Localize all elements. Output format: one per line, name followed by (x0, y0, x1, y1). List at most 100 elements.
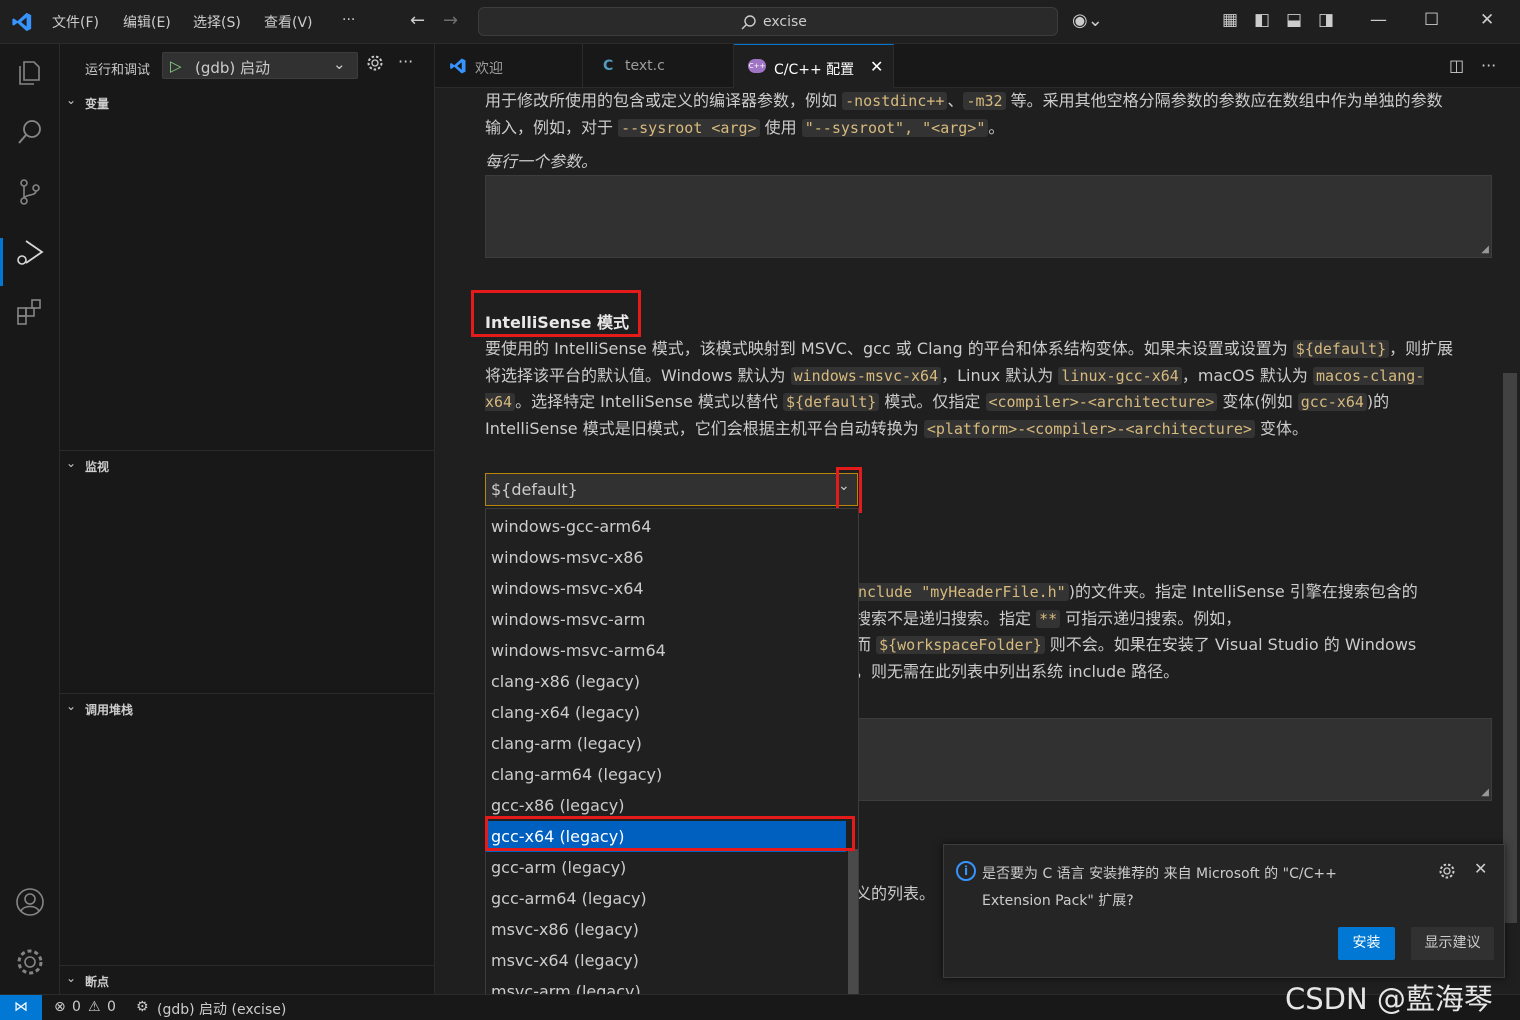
breakpoints-title: 断点 (85, 975, 110, 989)
variables-section-header[interactable]: ⌄ 变量 (60, 90, 434, 114)
dropdown-option[interactable]: gcc-arm (legacy) (486, 852, 846, 883)
toggle-secondary-sidebar-icon[interactable]: ◨ (1318, 10, 1334, 30)
code-snippet: -nostdinc++ (842, 92, 948, 110)
extensions-icon[interactable] (14, 296, 46, 328)
watermark: CSDN @藍海琴泉 (1285, 982, 1493, 1016)
warning-count[interactable]: 0 (107, 999, 116, 1015)
remote-indicator-icon[interactable]: ⋈ (0, 995, 42, 1020)
menu-more[interactable]: ··· (342, 12, 355, 28)
code-snippet: ** (1036, 609, 1061, 628)
tab-welcome[interactable]: 欢迎 (435, 44, 583, 88)
open-launch-json-gear-icon[interactable] (366, 54, 384, 72)
manage-gear-icon[interactable] (14, 946, 46, 978)
dropdown-scrollbar[interactable] (848, 849, 858, 994)
resize-grip-icon[interactable]: ◢ (1481, 787, 1489, 798)
start-debug-icon[interactable]: ▷ (170, 57, 182, 75)
intellisense-mode-select[interactable]: ${default} ⌄ (485, 473, 858, 506)
launch-config-label: (gdb) 启动 (195, 59, 271, 77)
dropdown-option[interactable]: msvc-x64 (legacy) (486, 945, 846, 976)
show-recommendations-button[interactable]: 显示建议 (1411, 927, 1494, 960)
desc-text: 使用 (759, 117, 802, 137)
desc-text: ，则无需在此列表中列出系统 include 路径。 (855, 661, 1180, 681)
code-snippet: nclude "myHeaderFile.h" (855, 583, 1069, 601)
install-button[interactable]: 安装 (1338, 927, 1395, 960)
dropdown-option[interactable]: windows-msvc-x64 (486, 573, 846, 604)
resize-grip-icon[interactable]: ◢ (1481, 244, 1489, 255)
tab-label: 欢迎 (475, 61, 503, 77)
dropdown-option[interactable]: clang-arm (legacy) (486, 728, 846, 759)
dropdown-option[interactable]: gcc-arm64 (legacy) (486, 883, 846, 914)
tab-cpp-config[interactable]: C++ C/C++ 配置 ✕ (734, 44, 894, 88)
run-debug-title: 运行和调试 (85, 63, 151, 78)
toggle-panel-icon[interactable]: ⬓ (1286, 10, 1302, 30)
launch-config-select[interactable]: ▷ (gdb) 启动 ⌄ (162, 52, 358, 79)
more-actions-icon[interactable]: ··· (1481, 56, 1496, 75)
dropdown-option[interactable]: clang-arm64 (legacy) (486, 759, 846, 790)
search-icon (741, 15, 756, 30)
debug-icon[interactable]: ⚙ (136, 999, 149, 1015)
watch-section-header[interactable]: ⌄ 监视 (60, 453, 434, 477)
include-path-description: nclude "myHeaderFile.h")的文件夹。指定 IntelliS… (855, 579, 1495, 684)
title-bar: 文件(F) 编辑(E) 选择(S) 查看(V) ··· ← → excise ◉… (0, 0, 1520, 44)
forward-arrow-icon[interactable]: → (443, 10, 458, 31)
c-file-icon: C (603, 58, 614, 74)
accounts-icon[interactable] (14, 886, 46, 918)
desc-text: 变体(例如 (1217, 392, 1298, 411)
compiler-args-description: 用于修改所使用的包含或定义的编译器参数，例如 -nostdinc++、 -m32 … (485, 88, 1455, 141)
desc-text: 可指示递归搜索。例如， (1060, 608, 1242, 628)
vscode-logo-icon (12, 12, 32, 32)
maximize-icon[interactable]: ☐ (1424, 10, 1439, 30)
toggle-primary-sidebar-icon[interactable]: ◧ (1254, 10, 1270, 30)
tab-label: C/C++ 配置 (774, 62, 855, 78)
vscode-logo-icon (450, 58, 466, 74)
dropdown-option[interactable]: windows-gcc-arm64 (486, 511, 846, 542)
dropdown-option[interactable]: windows-msvc-arm64 (486, 635, 846, 666)
debug-launch-status[interactable]: (gdb) 启动 (excise) (157, 999, 286, 1019)
close-window-icon[interactable]: ✕ (1480, 10, 1494, 30)
editor-tabs: 欢迎 C text.c C++ C/C++ 配置 ✕ ◫ ··· (435, 44, 1520, 88)
dropdown-option[interactable]: msvc-x86 (legacy) (486, 914, 846, 945)
source-control-icon[interactable] (14, 176, 46, 208)
chevron-down-icon: ⌄ (66, 699, 77, 713)
breakpoints-section-header[interactable]: ⌄ 断点 (60, 968, 434, 992)
desc-text: 要使用的 IntelliSense 模式，该模式映射到 MSVC、gcc 或 C… (485, 339, 1293, 358)
error-icon[interactable]: ⊗ (54, 999, 66, 1015)
tab-text-c[interactable]: C text.c (583, 44, 734, 88)
notification-gear-icon[interactable] (1438, 862, 1456, 880)
variables-title: 变量 (85, 97, 110, 111)
menu-file[interactable]: 文件(F) (52, 12, 99, 32)
dropdown-option[interactable]: msvc-arm (legacy) (486, 976, 846, 994)
callstack-section-header[interactable]: ⌄ 调用堆栈 (60, 696, 434, 720)
menu-selection[interactable]: 选择(S) (193, 12, 241, 32)
run-debug-icon[interactable] (14, 236, 46, 268)
command-center-search[interactable]: excise (478, 7, 1058, 36)
error-count[interactable]: 0 (72, 999, 81, 1015)
args-hint: 每行一个参数。 (485, 152, 598, 171)
close-tab-icon[interactable]: ✕ (870, 57, 883, 76)
copilot-icon[interactable]: ◉⌄ (1072, 10, 1103, 31)
menu-view[interactable]: 查看(V) (264, 12, 313, 32)
customize-layout-icon[interactable]: ▦ (1222, 10, 1238, 30)
split-editor-icon[interactable]: ◫ (1449, 56, 1464, 75)
intellisense-mode-dropdown[interactable]: windows-gcc-arm64 windows-msvc-x86 windows… (485, 508, 859, 994)
desc-text: 。选择特定 IntelliSense 模式以替代 (515, 392, 783, 411)
compiler-args-textarea[interactable]: ◢ (485, 175, 1492, 258)
desc-text: 、 (947, 91, 964, 110)
dropdown-option[interactable]: clang-x64 (legacy) (486, 697, 846, 728)
menu-edit[interactable]: 编辑(E) (123, 12, 171, 32)
explorer-icon[interactable] (14, 56, 46, 88)
minimize-icon[interactable]: — (1370, 10, 1387, 30)
back-arrow-icon[interactable]: ← (410, 10, 425, 31)
close-notification-icon[interactable]: ✕ (1474, 859, 1487, 878)
more-actions-icon[interactable]: ··· (398, 52, 413, 71)
dropdown-option[interactable]: windows-msvc-arm (486, 604, 846, 635)
watch-title: 监视 (85, 460, 110, 474)
code-snippet: <compiler>-<architecture> (985, 393, 1218, 411)
search-view-icon[interactable] (14, 116, 46, 148)
chevron-down-icon: ⌄ (66, 456, 77, 470)
desc-text: 模式。仅指定 (879, 392, 986, 411)
dropdown-option[interactable]: windows-msvc-x86 (486, 542, 846, 573)
editor-scrollbar[interactable] (1503, 373, 1517, 923)
dropdown-option[interactable]: clang-x86 (legacy) (486, 666, 846, 697)
warning-icon[interactable]: ⚠ (88, 999, 101, 1015)
